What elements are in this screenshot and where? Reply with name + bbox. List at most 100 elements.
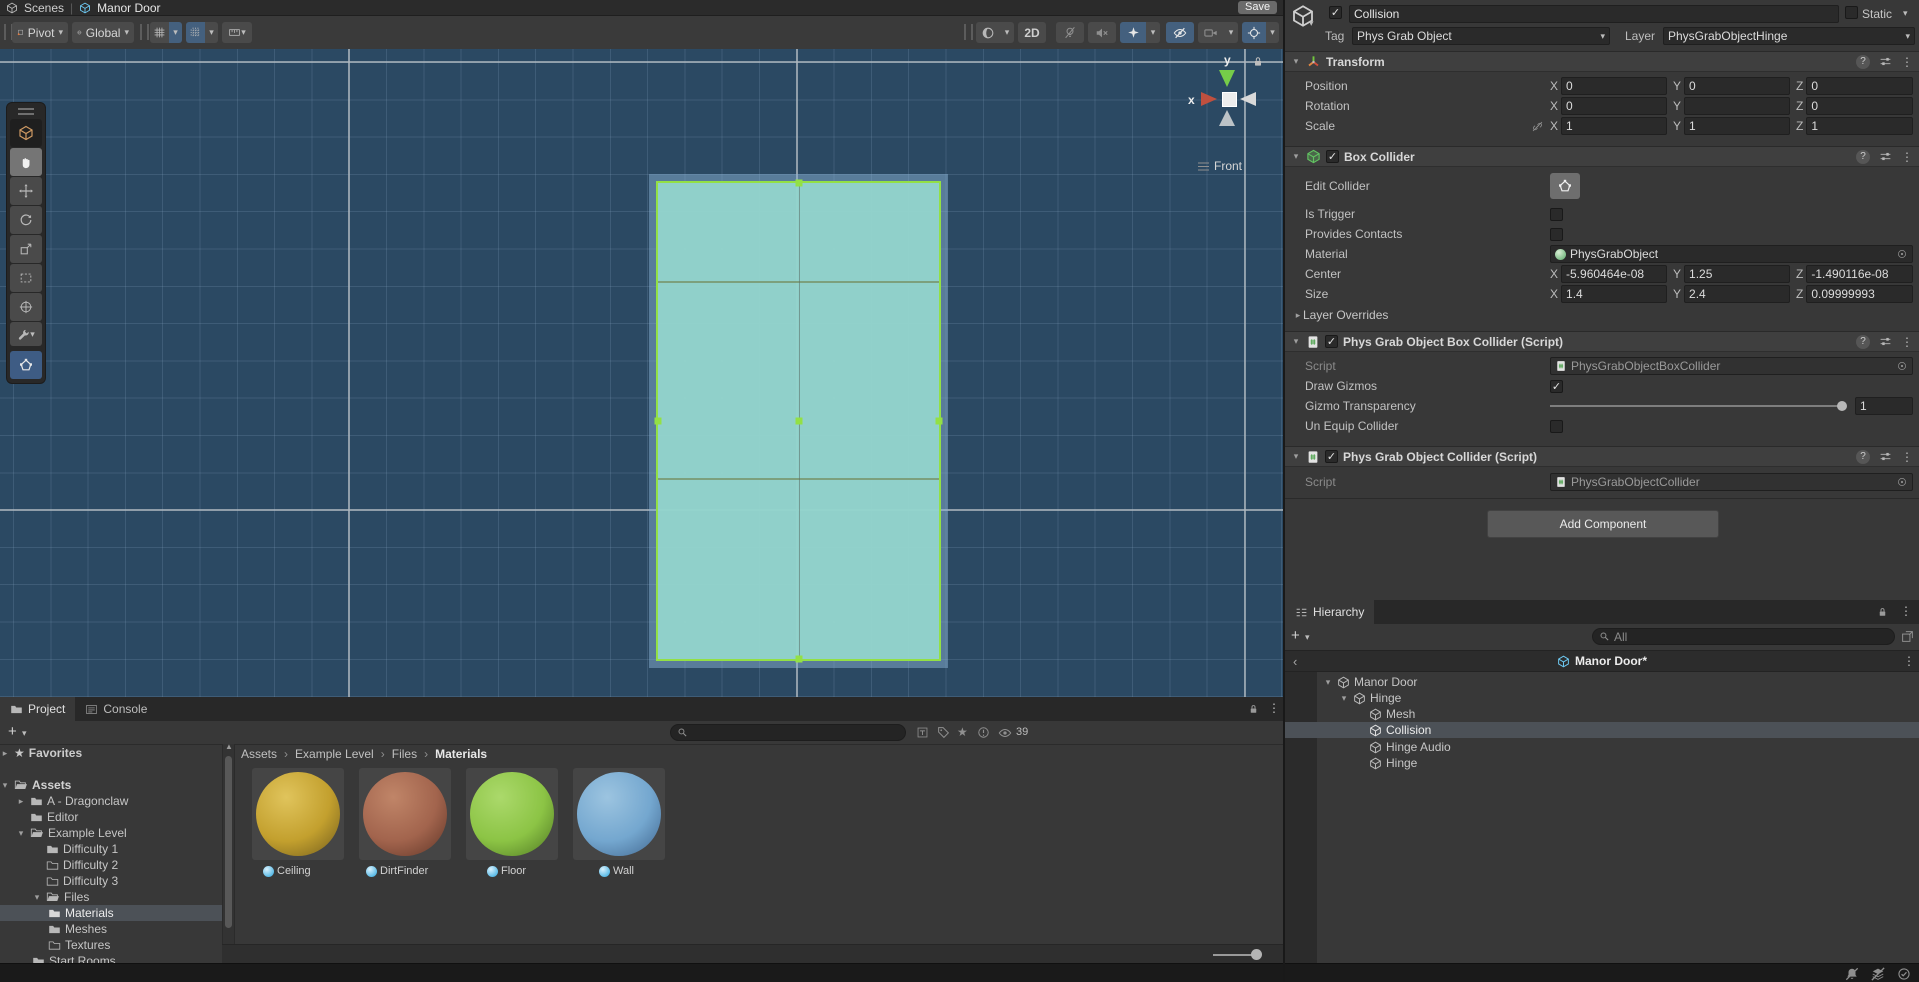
- 2d-toggle[interactable]: 2D: [1018, 22, 1046, 43]
- view-options-button[interactable]: [10, 119, 42, 147]
- layers-disabled-icon[interactable]: [1871, 967, 1885, 981]
- global-dropdown[interactable]: Global ▾: [72, 22, 134, 43]
- edit-collider-button[interactable]: [1550, 173, 1580, 199]
- tree-row[interactable]: Difficulty 1: [32, 841, 222, 857]
- position-y-field[interactable]: 0: [1684, 77, 1790, 95]
- center-x-field[interactable]: -5.960464e-08: [1561, 265, 1667, 283]
- rect-tool-button[interactable]: [10, 264, 42, 292]
- center-z-field[interactable]: -1.490116e-08: [1806, 265, 1913, 283]
- foldout-arrow-icon[interactable]: ▾: [1291, 336, 1301, 347]
- preset-icon[interactable]: [1879, 55, 1892, 68]
- custom-tools-dropdown[interactable]: ▾: [10, 322, 42, 346]
- grid-visibility-dropdown[interactable]: ▾: [169, 22, 182, 43]
- tab-hierarchy[interactable]: Hierarchy: [1285, 600, 1374, 624]
- help-icon[interactable]: ?: [1856, 450, 1870, 464]
- asset-thumbnail[interactable]: [252, 768, 344, 860]
- box-collider-header[interactable]: ▾ Box Collider ? ⋮: [1285, 146, 1919, 167]
- scene-camera-button[interactable]: [1198, 22, 1224, 43]
- static-checkbox[interactable]: [1845, 6, 1858, 19]
- component-enabled-checkbox[interactable]: [1326, 150, 1339, 163]
- layer-dropdown[interactable]: PhysGrabObjectHinge▾: [1663, 27, 1915, 45]
- tree-row[interactable]: Textures: [48, 937, 222, 953]
- is-trigger-checkbox[interactable]: [1550, 208, 1563, 221]
- shading-mode-button[interactable]: [976, 22, 1000, 43]
- tree-row[interactable]: Start Rooms: [32, 953, 222, 963]
- un-equip-collider-checkbox[interactable]: [1550, 420, 1563, 433]
- rotation-z-field[interactable]: 0: [1806, 97, 1913, 115]
- project-search-input[interactable]: [670, 724, 906, 741]
- transform-tool-button[interactable]: [10, 293, 42, 321]
- transform-header[interactable]: ▾ Transform ? ⋮: [1285, 51, 1919, 72]
- tree-row[interactable]: Difficulty 2: [32, 857, 222, 873]
- open-window-icon[interactable]: [1901, 630, 1914, 643]
- object-picker-icon[interactable]: [1896, 476, 1908, 488]
- hierarchy-search-input[interactable]: All: [1592, 628, 1895, 645]
- edit-collider-tool-button[interactable]: [10, 351, 42, 379]
- foldout-arrow-icon[interactable]: ▸: [16, 796, 26, 807]
- lock-icon[interactable]: [1877, 606, 1888, 618]
- grid-snap-dropdown[interactable]: ▾: [205, 22, 218, 43]
- collider-center-handle[interactable]: [795, 418, 802, 425]
- door-mesh-bounds[interactable]: [649, 174, 948, 668]
- search-by-label-icon[interactable]: [937, 726, 950, 739]
- position-z-field[interactable]: 0: [1806, 77, 1913, 95]
- center-y-field[interactable]: 1.25: [1684, 265, 1790, 283]
- scale-x-field[interactable]: 1: [1561, 117, 1667, 135]
- kebab-menu-icon[interactable]: ⋮: [1901, 55, 1913, 69]
- tab-console[interactable]: Console: [75, 697, 157, 721]
- rotate-tool-button[interactable]: [10, 206, 42, 234]
- asset-thumbnail[interactable]: [359, 768, 451, 860]
- scene-effects-dropdown[interactable]: ▾: [1146, 22, 1160, 43]
- scroll-up-icon[interactable]: ▲: [225, 742, 233, 751]
- scene-view[interactable]: ▾ y x Front: [0, 49, 1283, 697]
- draw-gizmos-checkbox[interactable]: [1550, 380, 1563, 393]
- help-icon[interactable]: ?: [1856, 150, 1870, 164]
- tag-dropdown[interactable]: Phys Grab Object▾: [1352, 27, 1610, 45]
- notifications-muted-icon[interactable]: [1845, 967, 1859, 981]
- kebab-menu-icon[interactable]: ⋮: [1901, 450, 1913, 464]
- save-button[interactable]: Save: [1238, 1, 1277, 14]
- provides-contacts-checkbox[interactable]: [1550, 228, 1563, 241]
- lock-icon[interactable]: [1252, 55, 1264, 68]
- tree-row[interactable]: ▾ Example Level: [16, 825, 222, 841]
- hierarchy-row[interactable]: ▾ Manor Door: [1285, 674, 1919, 690]
- tree-row[interactable]: ▾ Assets: [0, 777, 222, 793]
- kebab-menu-icon[interactable]: ⋮: [1900, 604, 1912, 618]
- gizmo-y-axis-cone[interactable]: [1219, 70, 1235, 87]
- scale-z-field[interactable]: 1: [1806, 117, 1913, 135]
- scrollbar-thumb[interactable]: [225, 756, 232, 928]
- scene-audio-toggle[interactable]: [1088, 22, 1116, 43]
- hierarchy-row[interactable]: Hinge: [1285, 755, 1919, 771]
- object-picker-icon[interactable]: [1896, 248, 1908, 260]
- help-icon[interactable]: ?: [1856, 55, 1870, 69]
- static-dropdown-icon[interactable]: ▾: [1903, 8, 1908, 19]
- search-by-type-icon[interactable]: [916, 726, 929, 739]
- gizmo-x-axis-cone[interactable]: [1201, 92, 1217, 106]
- script2-header[interactable]: ▾ Phys Grab Object Collider (Script) ? ⋮: [1285, 446, 1919, 467]
- breadcrumb-item[interactable]: Files: [392, 747, 417, 761]
- asset-label[interactable]: Ceiling: [263, 865, 311, 877]
- collider-right-handle[interactable]: [936, 418, 943, 425]
- breadcrumb-prefab-name[interactable]: Manor Door: [97, 1, 160, 15]
- gizmo-y-label[interactable]: y: [1224, 53, 1231, 67]
- chevron-down-icon[interactable]: ▾: [1309, 18, 1314, 29]
- slider-handle[interactable]: [1251, 949, 1262, 960]
- box-collider-gizmo[interactable]: [656, 181, 941, 661]
- gizmo-center-cube[interactable]: [1222, 92, 1237, 107]
- collider-left-handle[interactable]: [655, 418, 662, 425]
- kebab-menu-icon[interactable]: ⋮: [1901, 335, 1913, 349]
- gizmo-transparency-slider[interactable]: [1550, 405, 1845, 407]
- save-search-icon[interactable]: ★: [957, 725, 968, 739]
- tree-row-selected[interactable]: Materials: [0, 905, 222, 921]
- grid-snap-button[interactable]: [186, 22, 205, 43]
- hierarchy-row[interactable]: ▾ Hinge: [1285, 690, 1919, 706]
- tree-row[interactable]: ▾ Files: [32, 889, 222, 905]
- kebab-menu-icon[interactable]: ⋮: [1268, 701, 1280, 715]
- breadcrumb-item-current[interactable]: Materials: [435, 747, 487, 761]
- foldout-arrow-icon[interactable]: ▾: [32, 892, 42, 903]
- gizmos-dropdown[interactable]: ▾: [1266, 22, 1279, 43]
- gizmo-orientation-label[interactable]: Front: [1198, 159, 1242, 173]
- gameobject-name-field[interactable]: Collision: [1349, 5, 1839, 23]
- component-enabled-checkbox[interactable]: [1325, 335, 1338, 348]
- hierarchy-row-selected[interactable]: Collision: [1285, 722, 1919, 738]
